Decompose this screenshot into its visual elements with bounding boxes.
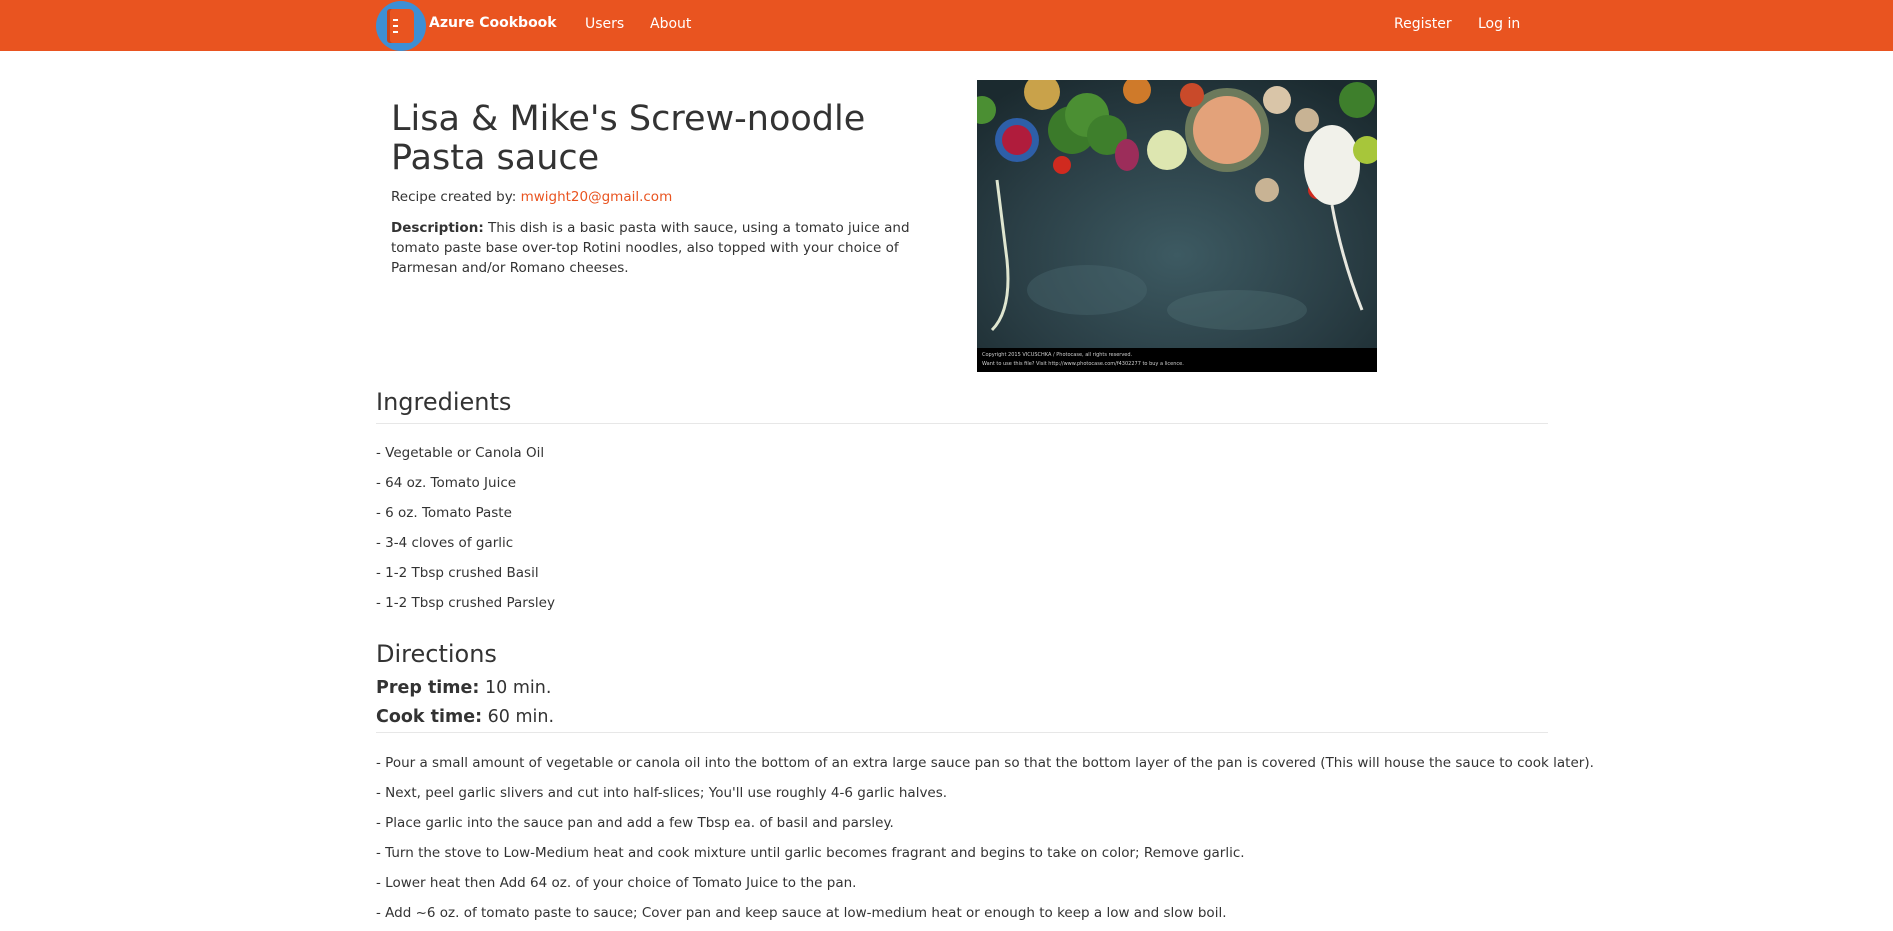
- nav-link-about[interactable]: About: [650, 16, 691, 32]
- ingredient-item: - 64 oz. Tomato Juice: [376, 475, 517, 491]
- description-label: Description:: [391, 220, 484, 236]
- navbar: Azure Cookbook Users About Register Log …: [0, 0, 1893, 51]
- ingredient-item: - 6 oz. Tomato Paste: [376, 505, 512, 521]
- direction-step: - Place garlic into the sauce pan and ad…: [376, 815, 894, 831]
- cook-time: Cook time: 60 min.: [376, 707, 554, 727]
- prep-time: Prep time: 10 min.: [376, 678, 551, 698]
- direction-step: - Turn the stove to Low-Medium heat and …: [376, 845, 1245, 861]
- direction-step: - Pour a small amount of vegetable or ca…: [376, 755, 1594, 771]
- nav-link-login[interactable]: Log in: [1478, 16, 1520, 32]
- recipe-creator: Recipe created by: mwight20@gmail.com: [391, 189, 672, 205]
- ingredients-heading: Ingredients: [376, 388, 512, 416]
- recipe-title: Lisa & Mike's Screw-noodle Pasta sauce: [391, 99, 866, 178]
- direction-step: - Add ~6 oz. of tomato paste to sauce; C…: [376, 905, 1227, 921]
- ingredient-item: - 3-4 cloves of garlic: [376, 535, 514, 551]
- ingredient-item: - Vegetable or Canola Oil: [376, 445, 545, 461]
- direction-step: - Next, peel garlic slivers and cut into…: [376, 785, 948, 801]
- vegetables-photo: [977, 80, 1377, 372]
- recipe-description: Description: This dish is a basic pasta …: [391, 218, 951, 278]
- directions-divider: [376, 732, 1548, 733]
- brand-name[interactable]: Azure Cookbook: [429, 15, 557, 31]
- cook-time-value: 60 min.: [487, 707, 555, 727]
- cookbook-logo-icon[interactable]: [376, 1, 426, 51]
- cook-time-label: Cook time:: [376, 707, 483, 727]
- image-copyright-caption: Copyright 2015 VICUSCHKA / Photocase, al…: [977, 348, 1377, 372]
- nav-link-register[interactable]: Register: [1394, 16, 1452, 32]
- direction-step: - Lower heat then Add 64 oz. of your cho…: [376, 875, 857, 891]
- ingredient-item: - 1-2 Tbsp crushed Basil: [376, 565, 539, 581]
- directions-heading: Directions: [376, 640, 497, 668]
- nav-link-users[interactable]: Users: [585, 16, 624, 32]
- ingredient-item: - 1-2 Tbsp crushed Parsley: [376, 595, 555, 611]
- recipe-image: Copyright 2015 VICUSCHKA / Photocase, al…: [977, 80, 1377, 372]
- creator-label: Recipe created by:: [391, 189, 517, 205]
- prep-time-value: 10 min.: [485, 678, 552, 698]
- creator-email-link[interactable]: mwight20@gmail.com: [521, 189, 673, 205]
- prep-time-label: Prep time:: [376, 678, 480, 698]
- ingredients-divider: [376, 423, 1548, 424]
